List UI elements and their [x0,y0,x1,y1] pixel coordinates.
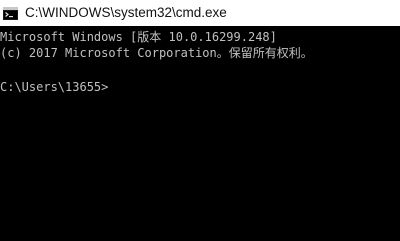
window-title: C:\WINDOWS\system32\cmd.exe [25,5,227,20]
console-app-icon [3,7,18,20]
copyright-line: (c) 2017 Microsoft Corporation。保留所有权利。 [0,46,313,60]
console-output[interactable]: Microsoft Windows [版本 10.0.16299.248] (c… [0,26,400,241]
title-bar[interactable]: C:\WINDOWS\system32\cmd.exe [0,0,400,26]
command-prompt[interactable]: C:\Users\13655> [0,79,108,95]
cmd-window: C:\WINDOWS\system32\cmd.exe Microsoft Wi… [0,0,400,241]
version-line: Microsoft Windows [版本 10.0.16299.248] [0,30,277,44]
